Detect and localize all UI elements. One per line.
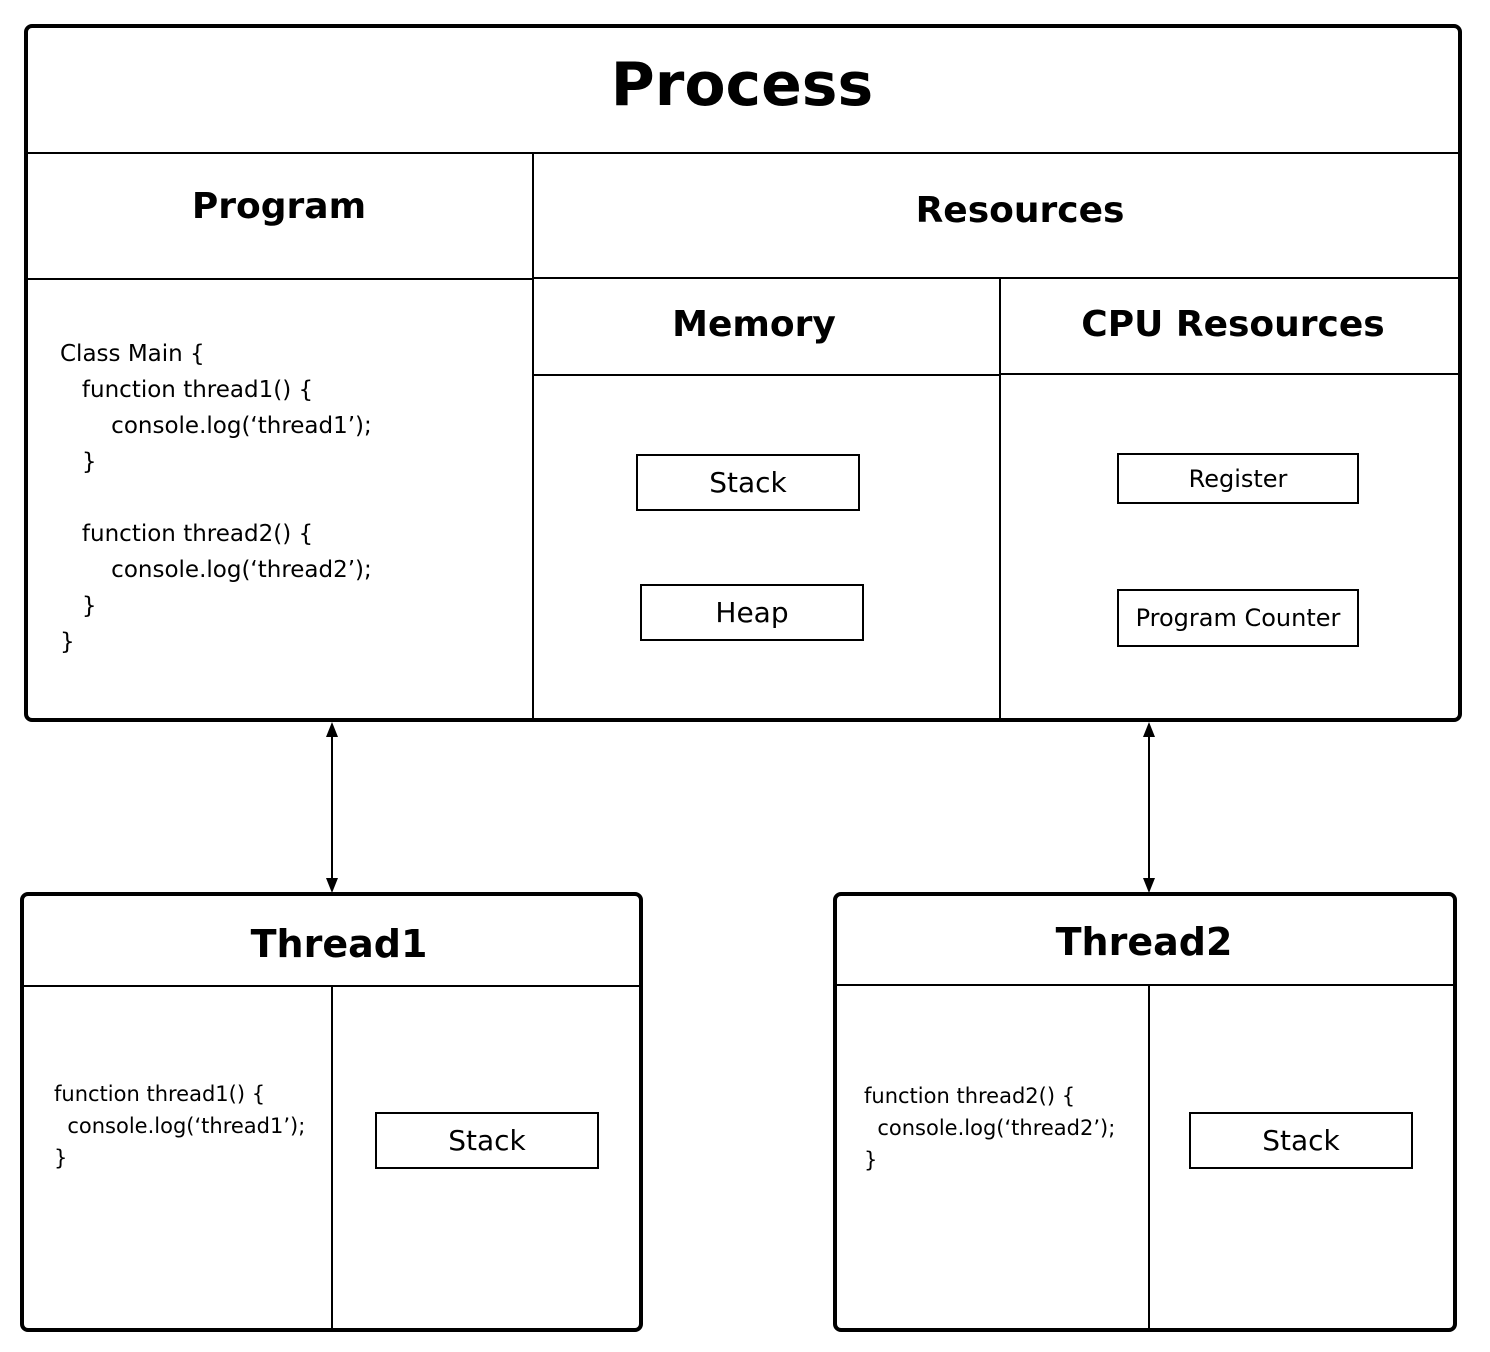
thread1-divider: [331, 986, 333, 1330]
arrowhead-down: [326, 878, 338, 893]
arrowhead-up: [326, 722, 338, 737]
thread2-header-divider: [835, 984, 1457, 986]
thread2-code: function thread2() { console.log(‘thread…: [864, 1084, 1116, 1172]
arrow-cpu-thread2: [1143, 722, 1155, 893]
thread1-title: Thread1: [250, 922, 428, 966]
thread2-stack-box: Stack: [1189, 1112, 1413, 1169]
arrowhead-down: [1143, 878, 1155, 893]
arrowhead-up: [1143, 722, 1155, 737]
thread2-title: Thread2: [1055, 920, 1233, 964]
thread1-code: function thread1() { console.log(‘thread…: [54, 1082, 306, 1170]
thread1-stack-box: Stack: [375, 1112, 599, 1169]
thread2-divider: [1148, 985, 1150, 1330]
arrow-program-thread1: [326, 722, 338, 893]
